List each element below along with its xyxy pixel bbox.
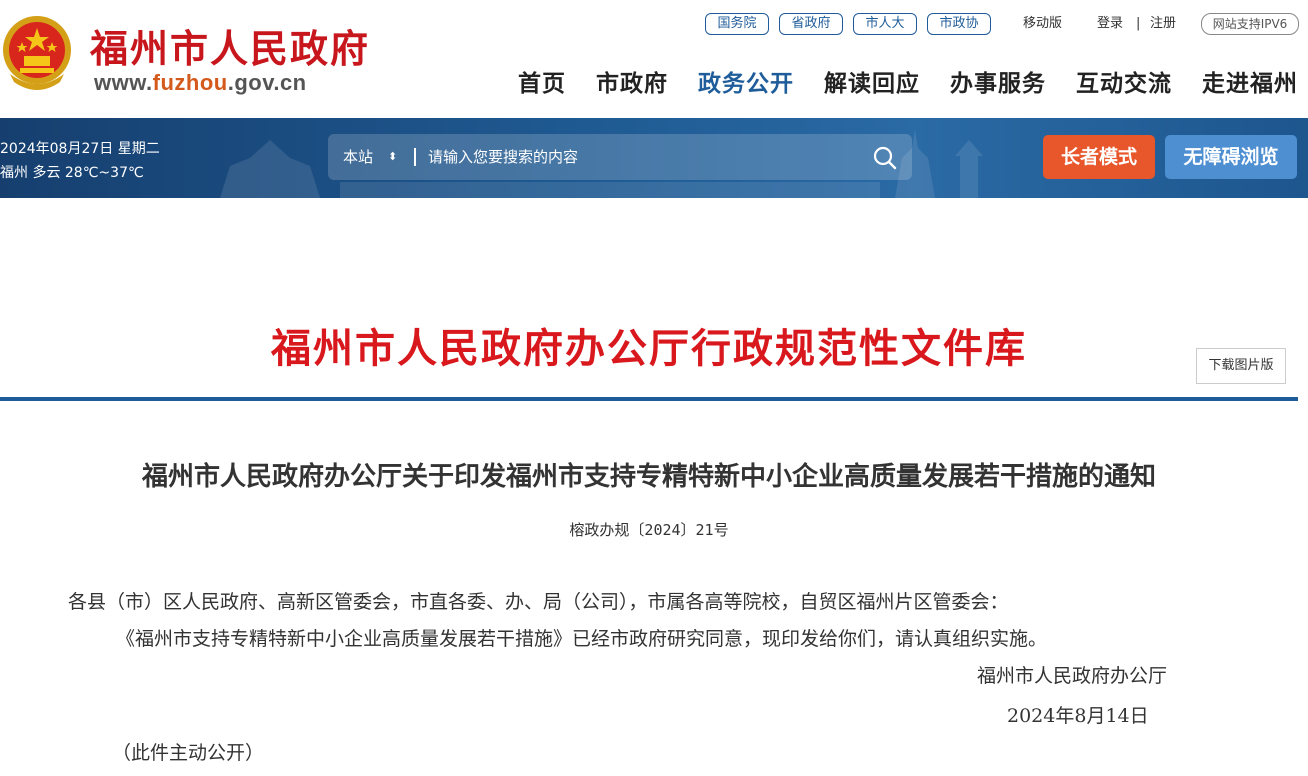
link-city-congress[interactable]: 市人大 (853, 13, 917, 35)
sign-date: 2024年8月14日 (1007, 705, 1149, 727)
library-title: 福州市人民政府办公厅行政规范性文件库 (271, 325, 1027, 372)
search-divider (414, 148, 416, 166)
current-date: 2024年08月27日 星期二 (0, 141, 160, 157)
date-weather: 2024年08月27日 星期二 福州 多云 28℃~37℃ (0, 137, 160, 185)
nav-home[interactable]: 首页 (518, 68, 566, 100)
recipients-text: 各县（市）区人民政府、高新区管委会，市直各委、办、局（公司），市属各高等院校，自… (68, 591, 1009, 613)
search-input[interactable] (428, 142, 858, 172)
scope-arrow-icon[interactable]: ⬍ (388, 134, 397, 180)
weather: 福州 多云 28℃~37℃ (0, 165, 144, 181)
link-login[interactable]: 登录 (1097, 14, 1123, 34)
site-header: 福州市人民政府 www.fuzhou.gov.cn 国务院 省政府 市人大 市政… (0, 0, 1308, 118)
link-state-council[interactable]: 国务院 (705, 13, 769, 35)
elder-mode-button[interactable]: 长者模式 (1043, 135, 1155, 179)
nav-about-fuzhou[interactable]: 走进福州 (1202, 68, 1298, 100)
accessible-browse-button[interactable]: 无障碍浏览 (1165, 135, 1297, 179)
top-links: 国务院 省政府 市人大 市政协 移动版 登录 | 注册 网站支持IPV6 (0, 13, 1308, 35)
nav-city-gov[interactable]: 市政府 (596, 68, 668, 100)
nav-services[interactable]: 办事服务 (950, 68, 1046, 100)
download-image-button[interactable]: 下载图片版 (1196, 348, 1286, 384)
body-text: 《福州市支持专精特新中小企业高质量发展若干措施》已经市政府研究同意，现印发给你们… (116, 628, 1048, 650)
link-provincial-gov[interactable]: 省政府 (779, 13, 843, 35)
search-banner: 2024年08月27日 星期二 福州 多云 28℃~37℃ 本站 ⬍ 长者模式 … (0, 118, 1308, 198)
title-divider (0, 397, 1298, 401)
disclosure-note: （此件主动公开） (112, 742, 265, 764)
ipv6-badge: 网站支持IPV6 (1201, 13, 1299, 35)
document-title: 福州市人民政府办公厅关于印发福州市支持专精特新中小企业高质量发展若干措施的通知 (141, 462, 1156, 492)
main-nav: 首页 市政府 政务公开 解读回应 办事服务 互动交流 走进福州 (0, 68, 1308, 100)
document-number: 榕政办规〔2024〕21号 (569, 521, 729, 539)
search-box: 本站 ⬍ (328, 134, 912, 180)
search-icon[interactable] (872, 145, 898, 171)
link-register[interactable]: 注册 (1150, 14, 1176, 34)
login-separator: | (1136, 16, 1141, 31)
search-scope-select[interactable]: 本站 (343, 134, 373, 180)
signer: 福州市人民政府办公厅 (977, 665, 1168, 687)
nav-interpretation[interactable]: 解读回应 (824, 68, 920, 100)
nav-gov-affairs[interactable]: 政务公开 (698, 68, 794, 100)
link-mobile[interactable]: 移动版 (1023, 14, 1062, 34)
nav-interaction[interactable]: 互动交流 (1076, 68, 1172, 100)
link-cppcc[interactable]: 市政协 (927, 13, 991, 35)
